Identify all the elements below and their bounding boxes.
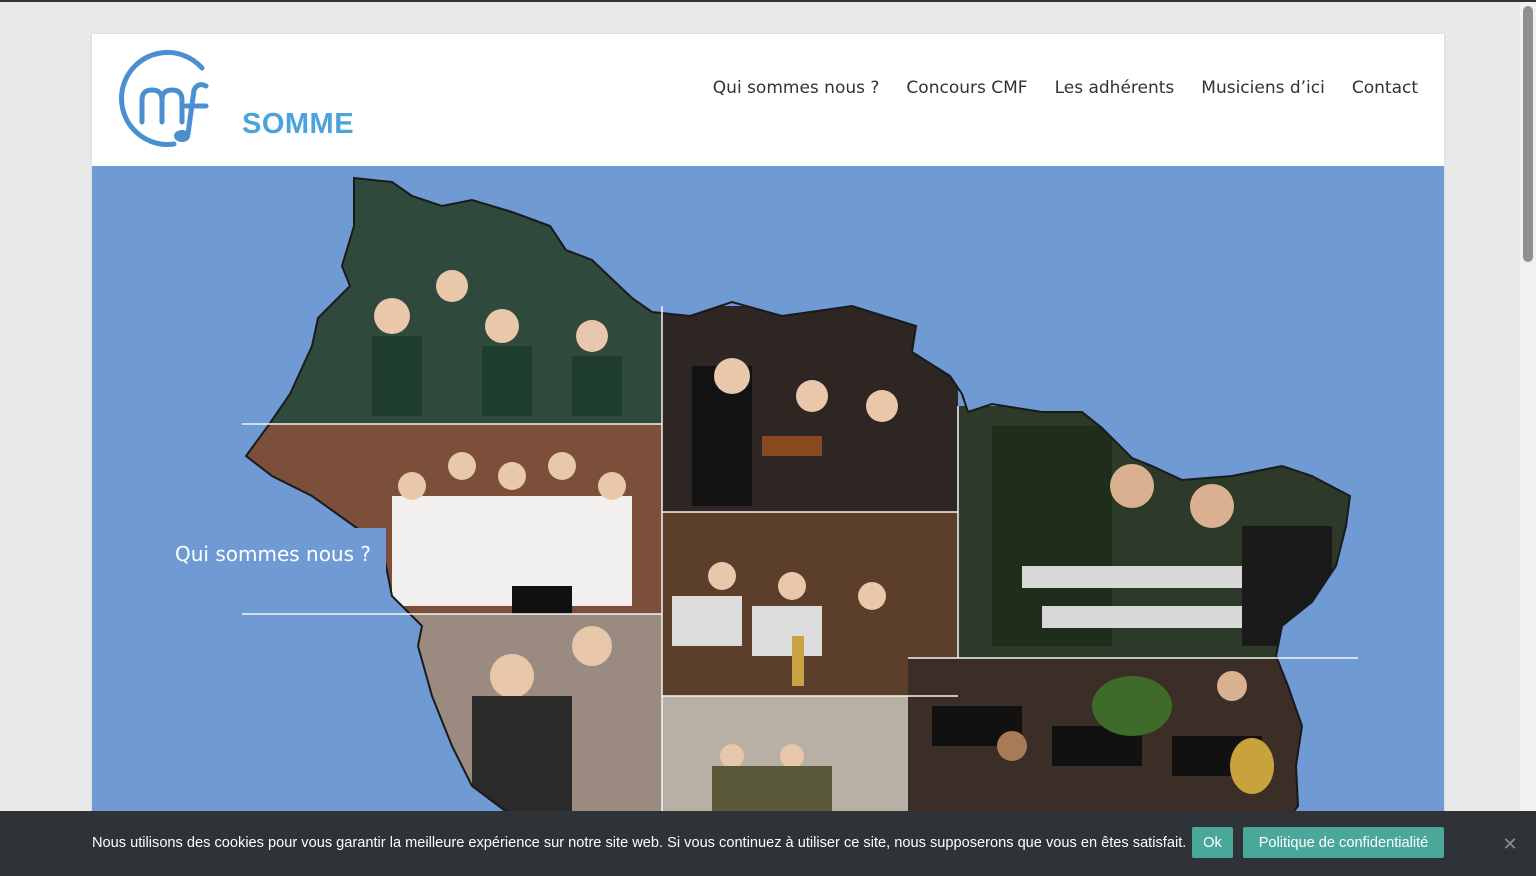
page-scrollbar[interactable] bbox=[1520, 2, 1536, 811]
hero-banner: Qui sommes nous ? bbox=[92, 166, 1444, 876]
scrollbar-thumb[interactable] bbox=[1523, 6, 1533, 262]
close-icon[interactable]: ✕ bbox=[1501, 835, 1519, 853]
browser-top-edge bbox=[0, 0, 1536, 2]
nav-item-qui-sommes-nous[interactable]: Qui sommes nous ? bbox=[713, 78, 880, 98]
page-container: SOMME Qui sommes nous ? Concours CMF Les… bbox=[92, 34, 1444, 876]
site-header: SOMME Qui sommes nous ? Concours CMF Les… bbox=[92, 34, 1444, 166]
cookie-ok-button[interactable]: Ok bbox=[1192, 827, 1233, 858]
main-nav: Qui sommes nous ? Concours CMF Les adhér… bbox=[686, 78, 1418, 98]
hero-qui-sommes-nous-button[interactable]: Qui sommes nous ? bbox=[160, 528, 386, 580]
privacy-policy-button[interactable]: Politique de confidentialité bbox=[1243, 827, 1444, 858]
somme-map-collage bbox=[242, 176, 1358, 876]
cmf-logo-icon bbox=[119, 49, 209, 147]
cookie-consent-bar: Nous utilisons des cookies pour vous gar… bbox=[0, 811, 1536, 876]
logo-text: SOMME bbox=[242, 108, 355, 140]
nav-item-musiciens-d-ici[interactable]: Musiciens d’ici bbox=[1201, 78, 1325, 98]
cookie-message: Nous utilisons des cookies pour vous gar… bbox=[92, 835, 1187, 851]
nav-item-contact[interactable]: Contact bbox=[1352, 78, 1418, 98]
photo-collage bbox=[246, 178, 1350, 876]
site-logo[interactable]: SOMME bbox=[114, 48, 354, 152]
nav-item-les-adherents[interactable]: Les adhérents bbox=[1055, 78, 1175, 98]
nav-item-concours-cmf[interactable]: Concours CMF bbox=[906, 78, 1027, 98]
